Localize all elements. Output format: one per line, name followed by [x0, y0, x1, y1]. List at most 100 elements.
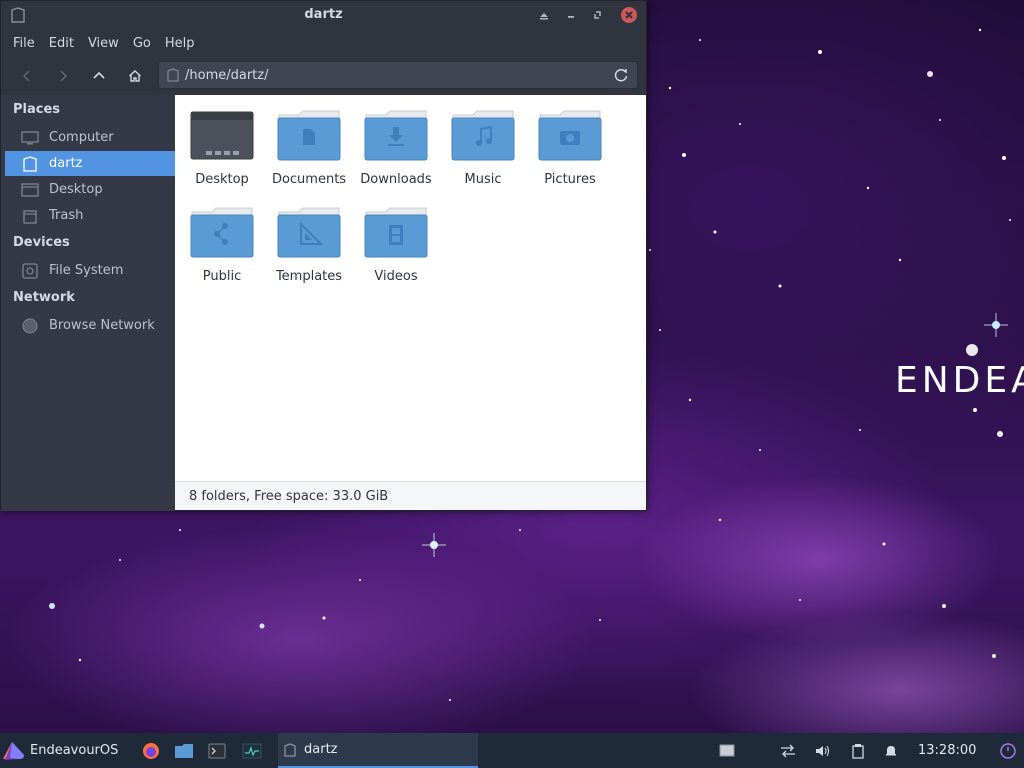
- start-menu-button[interactable]: EndeavourOS: [0, 733, 118, 768]
- reload-icon[interactable]: [613, 67, 629, 83]
- brand-wordmark: ENDEAVOUR: [895, 350, 1024, 410]
- documents-folder-icon: [277, 110, 341, 161]
- sidebar-item-label: Computer: [49, 130, 114, 145]
- brand-text: ENDEAVOUR: [895, 360, 1024, 401]
- volume-icon: [816, 745, 830, 756]
- file-name: Music: [464, 172, 502, 187]
- sidebar-item-computer[interactable]: Computer: [5, 125, 175, 150]
- tray-session[interactable]: [997, 733, 1019, 768]
- minimize-button[interactable]: [536, 7, 552, 23]
- tray-network[interactable]: [777, 733, 799, 768]
- tray-notifications[interactable]: [880, 733, 902, 768]
- menu-file[interactable]: File: [7, 36, 41, 51]
- status-bar: 8 folders, Free space: 33.0 GiB: [175, 481, 646, 510]
- workspace-switcher[interactable]: [716, 733, 738, 768]
- desktop-icon: [21, 182, 39, 197]
- file-item-downloads[interactable]: Downloads: [351, 95, 437, 187]
- music-folder-icon: [451, 110, 515, 161]
- firefox-icon: [143, 742, 159, 759]
- start-label: EndeavourOS: [30, 743, 119, 758]
- task-label: dartz: [304, 742, 338, 757]
- sidebar-item-label: File System: [49, 263, 124, 278]
- sidebar-item-label: dartz: [49, 156, 83, 171]
- back-icon: [22, 70, 30, 82]
- menu-view[interactable]: View: [82, 36, 125, 51]
- sidebar-heading-network: Network: [13, 290, 75, 305]
- trash-icon: [23, 209, 37, 224]
- workspace-icon: [719, 744, 735, 756]
- file-name: Desktop: [195, 172, 249, 187]
- up-button[interactable]: [81, 62, 117, 90]
- forward-button[interactable]: [45, 62, 81, 90]
- folder-path-icon: [167, 68, 179, 82]
- taskbar-clock[interactable]: 13:28:00: [918, 733, 976, 768]
- taskbar: EndeavourOS dartz 13:28:00: [0, 733, 1024, 768]
- desktop-folder-icon: [190, 111, 254, 160]
- file-item-music[interactable]: Music: [438, 95, 524, 187]
- menu-help[interactable]: Help: [159, 36, 201, 51]
- close-icon: [625, 11, 633, 19]
- forward-icon: [60, 70, 68, 82]
- launcher-system-monitor[interactable]: [238, 733, 266, 768]
- tray-volume[interactable]: [811, 733, 833, 768]
- home-button[interactable]: [117, 62, 153, 90]
- taskbar-window-dartz[interactable]: dartz: [278, 733, 478, 768]
- title-bar[interactable]: dartz: [1, 1, 646, 29]
- restore-icon: [568, 16, 574, 18]
- file-name: Videos: [374, 269, 418, 284]
- videos-folder-icon: [364, 207, 428, 258]
- sidebar-heading-places: Places: [13, 102, 61, 117]
- home-folder-icon: [23, 155, 37, 172]
- sidebar-item-desktop[interactable]: Desktop: [5, 177, 175, 202]
- folder-window-icon: [284, 742, 296, 757]
- network-globe-icon: [22, 318, 38, 333]
- templates-folder-icon: [277, 207, 341, 258]
- clipboard-icon: [852, 743, 864, 759]
- minimize-icon: [540, 13, 548, 20]
- maximize-icon: [594, 11, 601, 19]
- terminal-icon: [208, 743, 226, 758]
- file-name: Templates: [275, 269, 343, 284]
- file-name: Public: [202, 269, 242, 284]
- downloads-folder-icon: [364, 110, 428, 161]
- file-item-templates[interactable]: Templates: [264, 192, 350, 284]
- home-icon: [129, 70, 141, 82]
- sidebar-heading-devices: Devices: [13, 235, 70, 250]
- file-manager-window: dartz File Edit View Go Help /home/dartz…: [0, 0, 647, 511]
- file-view[interactable]: Desktop Documents Downloads Music Pictur…: [175, 95, 646, 481]
- menu-go[interactable]: Go: [127, 36, 157, 51]
- launcher-files[interactable]: [170, 733, 198, 768]
- launcher-terminal[interactable]: [203, 733, 231, 768]
- maximize-button[interactable]: [590, 7, 606, 23]
- sidebar-item-file-system[interactable]: File System: [5, 258, 175, 283]
- file-item-desktop[interactable]: Desktop: [177, 95, 263, 187]
- shade-button[interactable]: [563, 7, 579, 23]
- sidebar: Places Computer dartz Desktop Trash Devi…: [1, 95, 175, 511]
- endeavouros-start-icon: [3, 741, 24, 760]
- up-icon: [93, 71, 105, 79]
- file-item-pictures[interactable]: Pictures: [525, 95, 611, 187]
- computer-icon: [21, 130, 39, 144]
- sidebar-item-browse-network[interactable]: Browse Network: [5, 313, 175, 338]
- launcher-firefox[interactable]: [137, 733, 165, 768]
- file-item-public[interactable]: Public: [177, 192, 263, 284]
- back-button[interactable]: [9, 62, 45, 90]
- menu-edit[interactable]: Edit: [43, 36, 80, 51]
- file-name: Pictures: [544, 172, 596, 187]
- location-bar[interactable]: /home/dartz/: [158, 61, 638, 89]
- file-item-documents[interactable]: Documents: [264, 95, 350, 187]
- sidebar-item-dartz[interactable]: dartz: [5, 151, 175, 176]
- notification-bell-icon: [886, 745, 896, 755]
- sidebar-item-trash[interactable]: Trash: [5, 203, 175, 228]
- file-name: Downloads: [360, 172, 432, 187]
- tray-clipboard[interactable]: [847, 733, 869, 768]
- file-item-videos[interactable]: Videos: [351, 192, 437, 284]
- location-path[interactable]: /home/dartz/: [185, 68, 268, 83]
- pictures-folder-icon: [538, 110, 602, 161]
- file-manager-icon: [175, 743, 193, 758]
- close-button[interactable]: [621, 7, 637, 23]
- power-icon: [1000, 742, 1016, 759]
- network-icon: [781, 744, 795, 757]
- sidebar-item-label: Browse Network: [49, 318, 155, 333]
- file-name: Documents: [271, 172, 347, 187]
